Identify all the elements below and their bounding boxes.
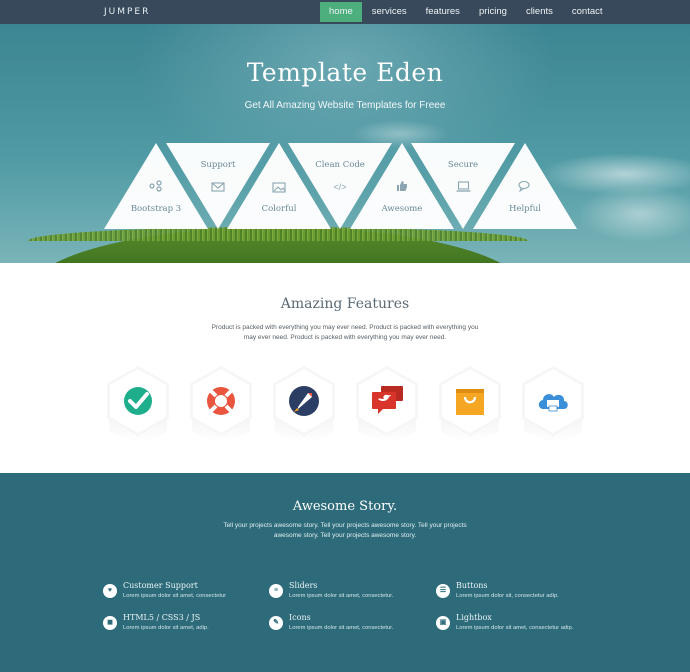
thumbs-up-icon [394, 180, 410, 195]
nav-item-features[interactable]: features [417, 2, 469, 22]
triangle-label-secure: Secure [447, 160, 479, 170]
service-text: Lorem ipsum dolor sit amet, consectetur. [289, 625, 394, 631]
service-title: Buttons [456, 581, 488, 590]
service-icons: ✎ Icons Lorem ipsum dolor sit amet, cons… [269, 613, 439, 635]
heart-icon: ♥ [103, 584, 117, 598]
envelope-icon [210, 182, 226, 195]
story-title: Awesome Story. [292, 499, 398, 514]
rocket-icon [289, 386, 319, 416]
check-badge-icon [124, 387, 152, 415]
story-description: Tell your projects awesome story. Tell y… [223, 522, 467, 539]
service-text: Lorem ipsum dolor sit amet, consectetur … [456, 625, 574, 631]
service-buttons: ☰ Buttons Lorem ipsum dolor sit, consect… [436, 581, 606, 603]
features-title: Amazing Features [280, 296, 410, 312]
service-customer-support: ♥ Customer Support Lorem ipsum dolor sit… [103, 581, 273, 603]
share-icon [148, 180, 164, 195]
feature-hex-support[interactable] [190, 366, 252, 444]
shopping-bag-icon [456, 389, 484, 415]
twitter-bubble-icon [372, 386, 403, 414]
chat-icon [517, 180, 533, 195]
service-html5-css3-js: ◼ HTML5 / CSS3 / JS Lorem ipsum dolor si… [103, 613, 273, 635]
service-title: Sliders [289, 581, 318, 590]
nav-item-services[interactable]: services [363, 2, 416, 22]
list-icon: ☰ [436, 584, 450, 598]
hero-section: Template Eden Get All Amazing Website Te… [0, 24, 690, 263]
code-icon: </> [333, 182, 347, 192]
triangle-label-awesome: Awesome [381, 204, 423, 214]
top-navbar: JUMPER home services features pricing cl… [0, 0, 690, 24]
feature-hex-check[interactable] [107, 366, 169, 444]
nav-item-home[interactable]: home [320, 2, 362, 22]
nav-item-pricing[interactable]: pricing [470, 2, 516, 22]
cloud-print-icon [538, 394, 568, 412]
service-sliders: ≡ Sliders Lorem ipsum dolor sit amet, co… [269, 581, 439, 603]
main-menu: home services features pricing clients c… [320, 2, 613, 22]
service-text: Lorem ipsum dolor sit, consectetur adip. [456, 593, 559, 599]
triangle-feature-band [104, 143, 577, 229]
service-title: Lightbox [456, 613, 492, 622]
feature-hex-shop[interactable] [439, 366, 501, 444]
lifebuoy-icon [207, 387, 235, 415]
triangle-label-support: Support [200, 160, 236, 170]
feature-hex-social[interactable] [356, 366, 418, 444]
service-text: Lorem ipsum dolor sit amet, consectetur [123, 593, 227, 599]
triangle-label-colorful: Colorful [261, 204, 297, 214]
service-title: Icons [289, 613, 311, 622]
sliders-icon: ≡ [269, 584, 283, 598]
triangle-label-helpful: Helpful [509, 204, 541, 214]
triangle-label-clean-code: Clean Code [315, 160, 365, 170]
service-title: Customer Support [123, 581, 198, 590]
code-file-icon: ◼ [103, 616, 117, 630]
features-description: Product is packed with everything you ma… [211, 324, 479, 341]
site-logo[interactable]: JUMPER [104, 7, 150, 17]
nav-item-clients[interactable]: clients [517, 2, 562, 22]
feature-hex-rocket[interactable] [273, 366, 335, 444]
monitor-icon: ▣ [436, 616, 450, 630]
brush-icon: ✎ [269, 616, 283, 630]
service-text: Lorem ipsum dolor sit amet, adip. [123, 625, 209, 631]
service-lightbox: ▣ Lightbox Lorem ipsum dolor sit amet, c… [436, 613, 606, 635]
feature-hex-cloud[interactable] [522, 366, 584, 444]
nav-item-contact[interactable]: contact [563, 2, 612, 22]
service-text: Lorem ipsum dolor sit amet, consectetur. [289, 593, 394, 599]
laptop-icon [455, 181, 471, 195]
story-section: Awesome Story. Tell your projects awesom… [0, 473, 690, 672]
triangle-label-bootstrap-3: Bootstrap 3 [130, 204, 182, 214]
image-icon [271, 182, 287, 196]
service-title: HTML5 / CSS3 / JS [123, 613, 201, 622]
